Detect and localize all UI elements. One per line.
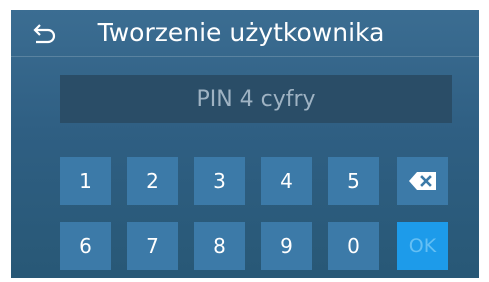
key-7[interactable]: 7	[127, 222, 178, 270]
key-6[interactable]: 6	[60, 222, 111, 270]
key-1[interactable]: 1	[60, 157, 111, 205]
key-8[interactable]: 8	[194, 222, 245, 270]
page-title: Tworzenie użytkownika	[97, 18, 385, 47]
key-2[interactable]: 2	[127, 157, 178, 205]
key-0[interactable]: 0	[328, 222, 379, 270]
header-bar: Tworzenie użytkownika	[11, 10, 479, 57]
key-9[interactable]: 9	[261, 222, 312, 270]
pin-input[interactable]	[60, 74, 452, 124]
backspace-icon	[408, 172, 436, 190]
back-button[interactable]	[33, 22, 57, 44]
screen: Tworzenie użytkownika 1 2 3 4 5 6 7 8 9 …	[11, 10, 479, 278]
key-4[interactable]: 4	[261, 157, 312, 205]
backspace-button[interactable]	[397, 157, 448, 205]
ok-button[interactable]: OK	[397, 222, 448, 270]
back-arrow-icon	[33, 24, 56, 44]
key-5[interactable]: 5	[328, 157, 379, 205]
pin-field[interactable]	[60, 74, 452, 124]
key-3[interactable]: 3	[194, 157, 245, 205]
